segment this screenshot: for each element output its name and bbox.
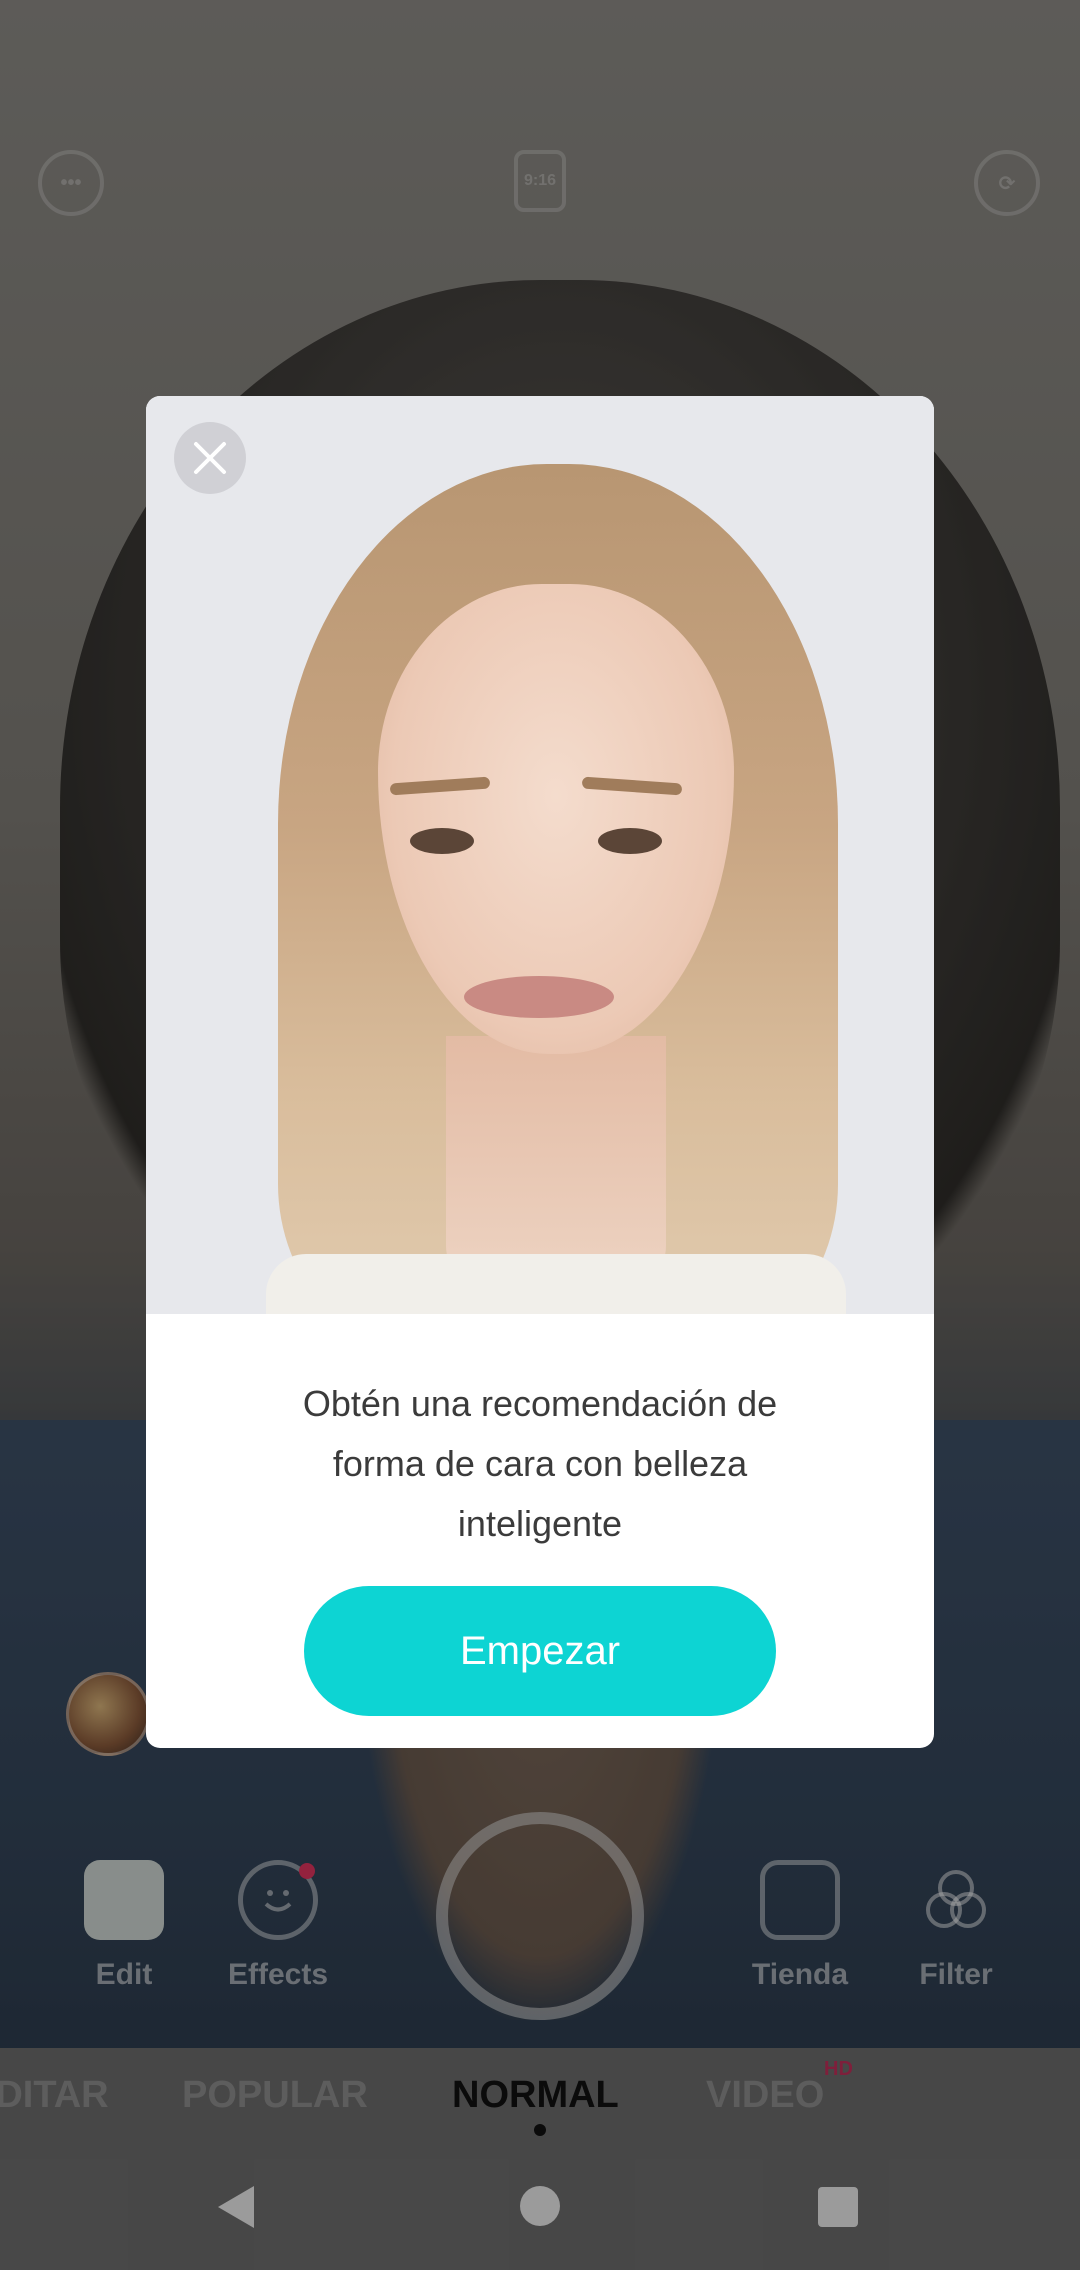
portrait-eye-left xyxy=(410,828,474,854)
camera-screen: ••• 9:16 ⟳ Edit Effects Tienda Filter ED… xyxy=(0,0,1080,2270)
dialog-message-text: Obtén una recomendación de forma de cara… xyxy=(302,1383,778,1544)
portrait-eye-right xyxy=(598,828,662,854)
dialog-message: Obtén una recomendación de forma de cara… xyxy=(146,1374,934,1554)
portrait-shirt xyxy=(266,1254,846,1314)
close-button[interactable] xyxy=(174,422,246,494)
portrait-lips xyxy=(464,976,614,1018)
close-icon xyxy=(194,442,226,474)
portrait-image xyxy=(146,396,934,1314)
portrait-neck xyxy=(446,1036,666,1286)
start-button[interactable]: Empezar xyxy=(304,1586,776,1716)
face-shape-dialog: Obtén una recomendación de forma de cara… xyxy=(146,396,934,1748)
